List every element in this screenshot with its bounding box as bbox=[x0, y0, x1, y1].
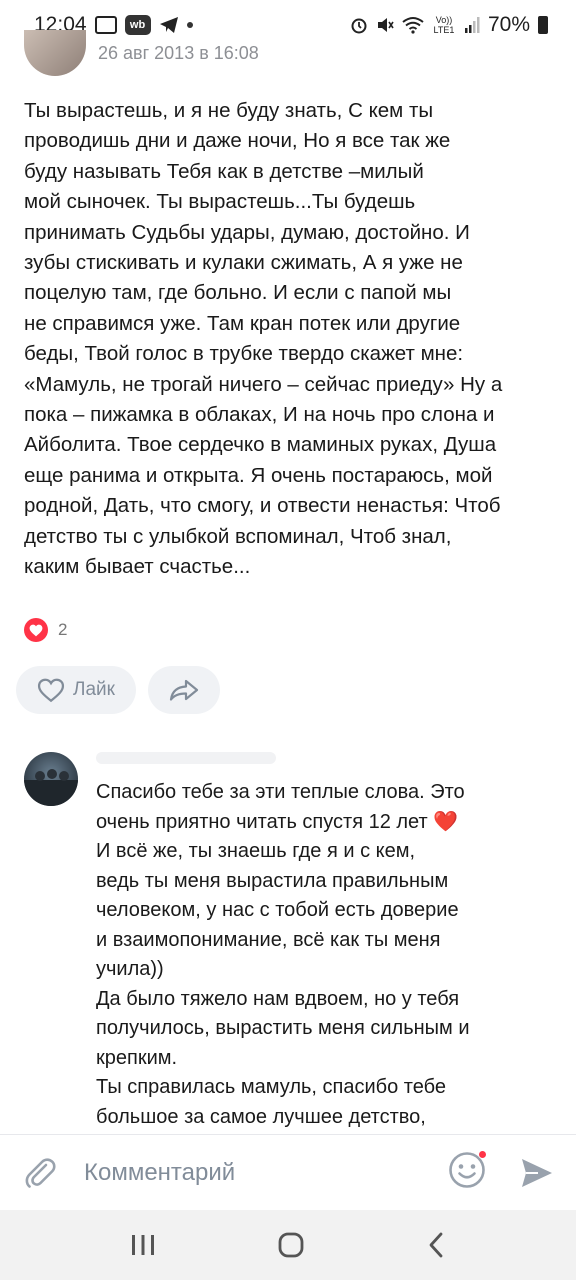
heart-reaction-icon bbox=[24, 618, 48, 642]
alarm-icon bbox=[351, 18, 367, 34]
heart-outline-icon bbox=[37, 678, 65, 702]
post-header: 26 авг 2013 в 16:08 bbox=[24, 30, 259, 76]
home-icon[interactable] bbox=[277, 1231, 305, 1259]
status-right: Vo)) LTE1 70% bbox=[350, 13, 548, 37]
notification-dot-icon bbox=[186, 22, 193, 28]
send-icon[interactable] bbox=[520, 1157, 554, 1189]
post-date: 26 авг 2013 в 16:08 bbox=[98, 42, 259, 63]
reactions-summary[interactable]: 2 bbox=[24, 618, 67, 642]
post-text: Ты вырастешь, и я не буду знать, С кем т… bbox=[24, 99, 503, 579]
battery-percent: 70% bbox=[487, 13, 530, 36]
commenter-avatar[interactable] bbox=[24, 752, 78, 806]
share-arrow-icon bbox=[169, 679, 199, 701]
like-label: Лайк bbox=[73, 679, 115, 700]
system-nav-bar bbox=[0, 1210, 576, 1280]
comment-text: Спасибо тебе за эти теплые слова. Это оч… bbox=[96, 781, 470, 1128]
commenter-name-placeholder bbox=[96, 752, 276, 764]
emoji-button[interactable] bbox=[448, 1150, 487, 1194]
paperclip-icon[interactable] bbox=[22, 1155, 58, 1191]
reaction-count: 2 bbox=[58, 620, 68, 639]
battery-icon bbox=[538, 16, 548, 34]
like-button[interactable]: Лайк bbox=[16, 666, 136, 714]
author-avatar[interactable] bbox=[24, 30, 86, 76]
wifi-icon bbox=[402, 17, 424, 34]
recent-apps-icon[interactable] bbox=[130, 1233, 156, 1257]
network-label: Vo)) LTE1 bbox=[433, 15, 455, 35]
back-icon[interactable] bbox=[426, 1231, 446, 1259]
comment-input[interactable] bbox=[84, 1158, 448, 1187]
emoji-notification-dot bbox=[478, 1150, 487, 1159]
signal-icon bbox=[464, 17, 480, 33]
share-button[interactable] bbox=[148, 666, 220, 714]
mute-icon bbox=[377, 18, 394, 32]
comment-input-bar bbox=[0, 1134, 576, 1210]
